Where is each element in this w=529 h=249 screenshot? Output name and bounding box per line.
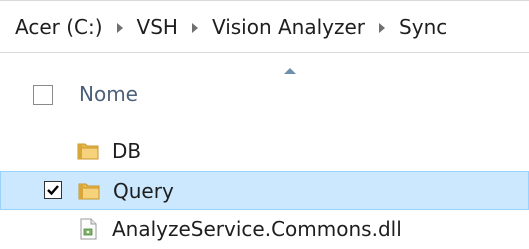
item-name[interactable]: AnalyzeService.Commons.dll [112, 217, 402, 241]
sort-ascending-icon [284, 68, 296, 74]
breadcrumb-item-vsh[interactable]: VSH [137, 15, 178, 39]
checkmark-icon [47, 185, 59, 196]
file-list: DB Query AnalyzeService.Commons.dll [0, 132, 529, 249]
column-header-name[interactable]: Nome [0, 62, 529, 122]
select-all-checkbox[interactable] [33, 85, 53, 105]
folder-icon [76, 139, 100, 163]
breadcrumb-item-drive[interactable]: Acer (C:) [15, 15, 103, 39]
item-name[interactable]: DB [112, 139, 141, 163]
breadcrumb: Acer (C:) VSH Vision Analyzer Sync [0, 0, 529, 53]
chevron-right-icon[interactable] [379, 22, 386, 33]
list-item[interactable]: AnalyzeService.Commons.dll [0, 210, 529, 249]
breadcrumb-item-vision-analyzer[interactable]: Vision Analyzer [212, 15, 365, 39]
breadcrumb-item-sync[interactable]: Sync [399, 15, 447, 39]
chevron-right-icon[interactable] [191, 22, 198, 33]
item-name[interactable]: Query [113, 179, 174, 203]
list-item[interactable]: Query [0, 171, 529, 210]
item-checkbox[interactable] [44, 181, 62, 199]
list-item[interactable]: DB [0, 132, 529, 171]
folder-icon [77, 179, 101, 203]
chevron-right-icon[interactable] [116, 22, 123, 33]
dll-file-icon [76, 217, 100, 241]
column-header-label[interactable]: Nome [79, 82, 138, 106]
